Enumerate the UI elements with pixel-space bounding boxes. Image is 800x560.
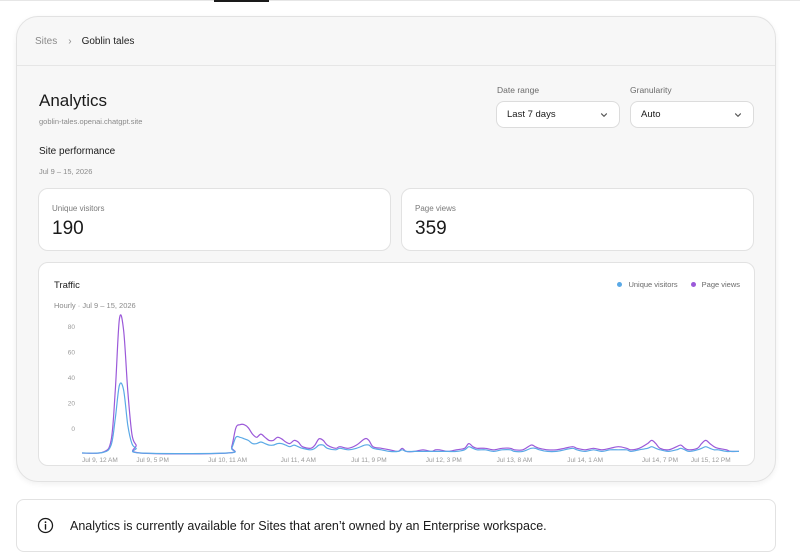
page-views-stat: Page views 359 — [401, 188, 754, 251]
y-tick-label: 80 — [68, 324, 76, 331]
series-line-page-views — [81, 314, 740, 455]
x-tick-label: Jul 12, 3 PM — [426, 457, 462, 464]
x-tick-label: Jul 9, 12 AM — [82, 457, 118, 464]
chevron-down-icon — [600, 113, 608, 117]
x-tick-label: Jul 14, 1 AM — [567, 457, 603, 464]
x-tick-label: Jul 10, 11 AM — [208, 457, 247, 464]
unique-visitors-stat: Unique visitors 190 — [38, 188, 391, 251]
active-top-tab-indicator — [214, 0, 269, 2]
date-range-value: Last 7 days — [507, 109, 556, 120]
y-tick-label: 40 — [68, 375, 76, 382]
info-icon — [37, 517, 54, 534]
site-domain: goblin-tales.openai.chatgpt.site — [39, 117, 143, 126]
performance-date-range: Jul 9 – 15, 2026 — [39, 167, 93, 176]
breadcrumb-sites-link[interactable]: Sites — [35, 36, 57, 47]
breadcrumb: Sites › Goblin tales — [17, 17, 775, 66]
page-views-value: 359 — [415, 218, 447, 239]
series-line-unique-visitors — [81, 382, 739, 455]
chevron-down-icon — [734, 113, 742, 117]
x-tick-label: Jul 11, 9 PM — [351, 457, 387, 464]
traffic-chart-card: Traffic Hourly · Jul 9 – 15, 2026 Unique… — [38, 262, 755, 466]
granularity-value: Auto — [641, 109, 661, 120]
x-tick-label: Jul 15, 12 PM — [691, 457, 731, 464]
x-tick-label: Jul 11, 4 AM — [281, 457, 316, 464]
notice-text: Analytics is currently available for Sit… — [70, 518, 547, 533]
chevron-right-icon: › — [68, 35, 72, 47]
top-window-edge — [0, 0, 800, 1]
date-range-select[interactable]: Last 7 days — [496, 101, 620, 128]
site-performance-title: Site performance — [39, 146, 116, 157]
y-tick-label: 0 — [71, 426, 75, 433]
traffic-line-chart[interactable]: 80 60 40 20 0 Jul 9, 12 AM Jul 9, 5 PM Jul 10, … — [39, 263, 755, 466]
granularity-select[interactable]: Auto — [630, 101, 754, 128]
x-tick-label: Jul 13, 8 AM — [497, 457, 533, 464]
page-title: Analytics — [39, 91, 108, 110]
x-tick-label: Jul 14, 7 PM — [642, 457, 678, 464]
page-views-label: Page views — [415, 204, 456, 213]
x-tick-label: Jul 9, 5 PM — [136, 457, 169, 464]
unique-visitors-label: Unique visitors — [52, 204, 105, 213]
granularity-label: Granularity — [630, 85, 672, 95]
y-tick-label: 20 — [68, 401, 76, 408]
unique-visitors-value: 190 — [52, 218, 84, 239]
date-range-label: Date range — [497, 85, 540, 95]
y-tick-label: 60 — [68, 350, 76, 357]
enterprise-notice: Analytics is currently available for Sit… — [16, 499, 776, 552]
analytics-card: Sites › Goblin tales Analytics goblin-ta… — [16, 16, 776, 482]
breadcrumb-current: Goblin tales — [81, 35, 135, 47]
